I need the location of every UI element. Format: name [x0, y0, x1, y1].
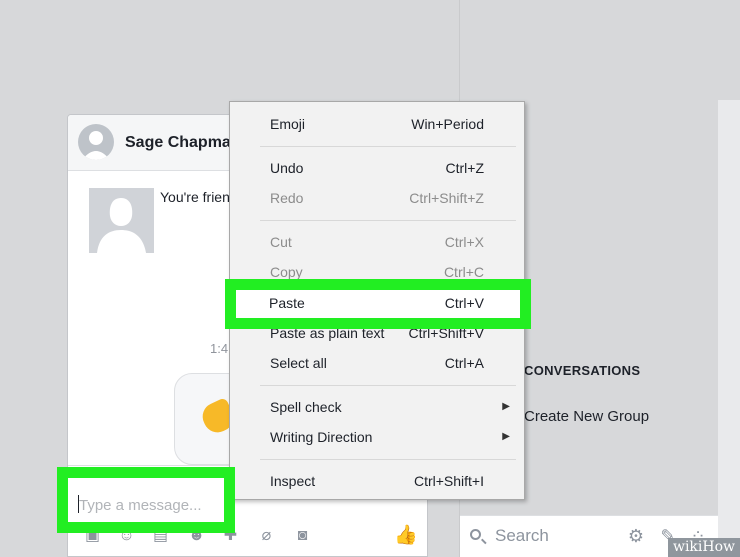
friends-notice: You're frien [160, 189, 230, 205]
menu-item-label: Spell check [270, 399, 342, 415]
menu-item-undo[interactable]: Undo Ctrl+Z [230, 155, 524, 181]
avatar[interactable] [78, 124, 114, 160]
paste-highlight-box [225, 279, 531, 329]
menu-item-label: Inspect [270, 473, 316, 489]
conversations-heading: CONVERSATIONS [524, 363, 641, 378]
menu-item-shortcut: Ctrl+A [444, 355, 484, 371]
like-thumb-icon[interactable]: 👍 [394, 526, 418, 546]
menu-item-shortcut: Ctrl+X [444, 234, 484, 250]
menu-item-label: Writing Direction [270, 429, 373, 445]
menu-item-redo[interactable]: Redo Ctrl+Shift+Z [230, 185, 524, 211]
right-panel [718, 100, 740, 557]
menu-item-emoji[interactable]: Emoji Win+Period [230, 111, 524, 137]
menu-item-select-all[interactable]: Select all Ctrl+A [230, 350, 524, 376]
menu-item-shortcut: Win+Period [411, 116, 484, 132]
input-highlight-box [57, 467, 235, 533]
attach-icon[interactable]: ⌀ [258, 527, 275, 544]
gear-icon[interactable]: ⚙ [626, 526, 646, 546]
menu-item-inspect[interactable]: Inspect Ctrl+Shift+I [230, 468, 524, 494]
menu-item-shortcut: Ctrl+Shift+Z [409, 190, 484, 206]
menu-item-shortcut: Ctrl+Z [445, 160, 485, 176]
message-avatar[interactable] [89, 188, 154, 253]
watermark-logo: wikiHow [668, 538, 740, 557]
menu-item-spell-check[interactable]: Spell check ▶ [230, 394, 524, 420]
menu-item-cut[interactable]: Cut Ctrl+X [230, 229, 524, 255]
menu-item-label: Cut [270, 234, 292, 250]
menu-item-shortcut: Ctrl+Shift+I [413, 473, 484, 489]
menu-divider [260, 146, 516, 147]
message-timestamp: 1:4 [210, 341, 229, 356]
submenu-arrow-icon: ▶ [502, 401, 510, 412]
search-icon [470, 529, 481, 540]
submenu-arrow-icon: ▶ [502, 431, 510, 442]
menu-divider [260, 220, 516, 221]
menu-divider [260, 459, 516, 460]
create-new-group-link[interactable]: Create New Group [524, 408, 649, 425]
menu-item-label: Select all [270, 355, 327, 371]
camera-icon[interactable]: ◙ [294, 527, 311, 544]
avatar-silhouette-icon [82, 131, 110, 160]
contact-name[interactable]: Sage Chapma [125, 134, 231, 152]
menu-item-writing-direction[interactable]: Writing Direction ▶ [230, 424, 524, 450]
search-input[interactable]: Search [495, 526, 549, 546]
menu-divider [260, 385, 516, 386]
menu-item-label: Emoji [270, 116, 306, 132]
profile-silhouette-icon [97, 198, 146, 253]
menu-item-label: Redo [270, 190, 304, 206]
menu-item-label: Undo [270, 160, 304, 176]
